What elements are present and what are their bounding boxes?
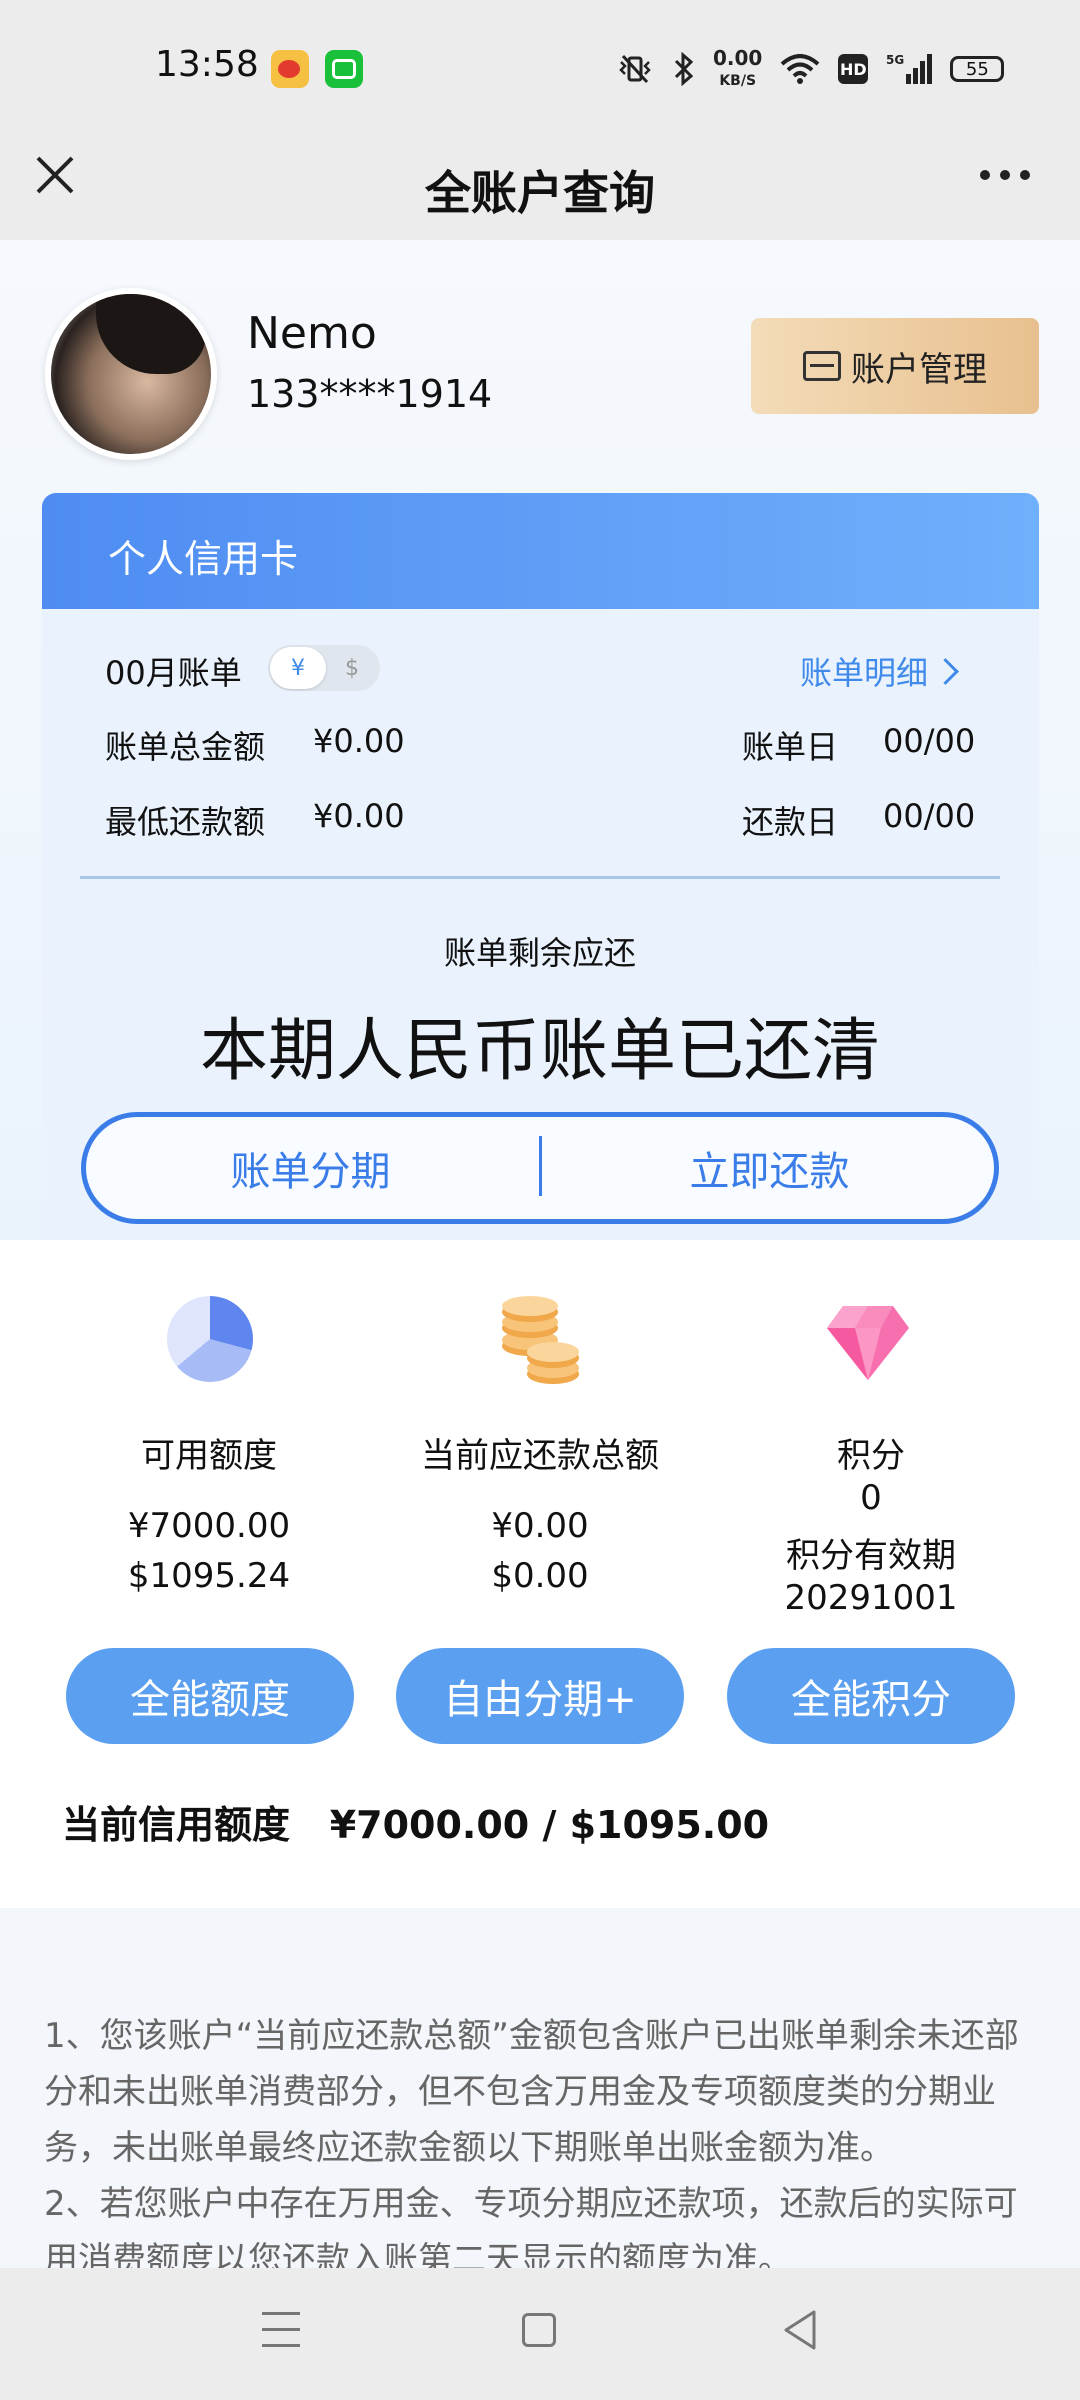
installment-button[interactable]: 账单分期 xyxy=(81,1112,540,1224)
divider xyxy=(80,876,1000,879)
page-title: 全账户查询 xyxy=(425,166,655,220)
available-credit-usd: $1095.24 xyxy=(127,1556,291,1596)
note-1: 1、您该账户“当前应还款总额”金额包含账户已出账单剩余未还部分和未出账单消费部分… xyxy=(44,2016,1019,2168)
bill-detail-link[interactable]: 账单明细 xyxy=(800,648,959,694)
status-time: 13:58 xyxy=(155,44,259,85)
bill-month: 00月账单 xyxy=(105,654,242,692)
repay-now-button[interactable]: 立即还款 xyxy=(540,1112,999,1224)
account-management-label: 账户管理 xyxy=(851,349,987,390)
credit-limit-label: 当前信用额度 xyxy=(62,1803,291,1847)
bill-detail-label: 账单明细 xyxy=(800,654,929,692)
net-speed: 0.00 KB/S xyxy=(713,45,763,89)
hd-badge: HD xyxy=(838,54,869,84)
credit-card-title: 个人信用卡 xyxy=(108,537,299,581)
points-expiry-label: 积分有效期 xyxy=(786,1536,956,1576)
remaining-due-status: 本期人民币账单已还清 xyxy=(199,1012,880,1091)
credit-limit-value: ¥7000.00 / $1095.00 xyxy=(329,1803,770,1847)
current-credit-limit: 当前信用额度 ¥7000.00 / $1095.00 xyxy=(62,1794,769,1849)
wifi-icon xyxy=(780,52,820,86)
user-name: Nemo xyxy=(247,308,377,359)
back-icon[interactable] xyxy=(780,2308,820,2352)
user-phone: 133****1914 xyxy=(247,372,493,416)
total-amount-label: 账单总金额 xyxy=(105,728,266,766)
bluetooth-icon xyxy=(673,52,695,86)
home-icon[interactable] xyxy=(522,2313,556,2347)
bill-day-label: 账单日 xyxy=(742,728,839,766)
due-day-label: 还款日 xyxy=(742,803,839,841)
free-installment-button[interactable]: 自由分期+ xyxy=(396,1648,684,1744)
battery-icon: 55 xyxy=(950,56,1005,82)
recent-apps-icon[interactable] xyxy=(262,2312,300,2348)
points-label: 积分 xyxy=(837,1436,905,1476)
min-payment-value: ¥0.00 xyxy=(313,797,405,835)
currency-option-usd[interactable]: $ xyxy=(326,656,378,681)
vibrate-mute-icon xyxy=(615,52,655,86)
avatar[interactable] xyxy=(45,288,217,460)
more-options-icon[interactable] xyxy=(975,160,1035,190)
card-icon xyxy=(803,351,841,381)
total-amount-value: ¥0.00 xyxy=(313,722,405,760)
all-credit-button[interactable]: 全能额度 xyxy=(66,1648,354,1744)
chevron-right-icon xyxy=(932,657,959,685)
diamond-icon xyxy=(825,1298,911,1384)
currency-option-cny[interactable]: ¥ xyxy=(270,647,326,689)
svg-text:5G: 5G xyxy=(886,53,904,67)
cellular-signal-icon: 5G xyxy=(886,52,933,86)
points-expiry-value: 20291001 xyxy=(784,1578,958,1618)
coins-icon xyxy=(495,1296,585,1386)
available-credit-label: 可用额度 xyxy=(141,1436,277,1476)
pie-chart-icon xyxy=(167,1296,253,1382)
currency-toggle[interactable]: ¥ $ xyxy=(268,645,380,691)
due-total-cny: ¥0.00 xyxy=(491,1506,589,1546)
bill-day-value: 00/00 xyxy=(883,722,976,760)
due-total-usd: $0.00 xyxy=(491,1556,589,1596)
min-payment-label: 最低还款额 xyxy=(105,803,266,841)
due-day-value: 00/00 xyxy=(883,797,976,835)
account-management-button[interactable]: 账户管理 xyxy=(751,318,1039,414)
due-total-label: 当前应还款总额 xyxy=(421,1436,659,1476)
weibo-notification-icon xyxy=(271,50,309,88)
remaining-due-label: 账单剩余应还 xyxy=(443,934,636,972)
all-points-button[interactable]: 全能积分 xyxy=(727,1648,1015,1744)
points-value: 0 xyxy=(860,1478,882,1518)
status-icons: 0.00 KB/S HD 5G 55 xyxy=(615,45,1005,90)
available-credit-cny: ¥7000.00 xyxy=(127,1506,291,1546)
iqiyi-notification-icon xyxy=(325,50,363,88)
note-2: 2、若您账户中存在万用金、专项分期应还款项，还款后的实际可用消费额度以您还款入账… xyxy=(44,2184,1018,2268)
